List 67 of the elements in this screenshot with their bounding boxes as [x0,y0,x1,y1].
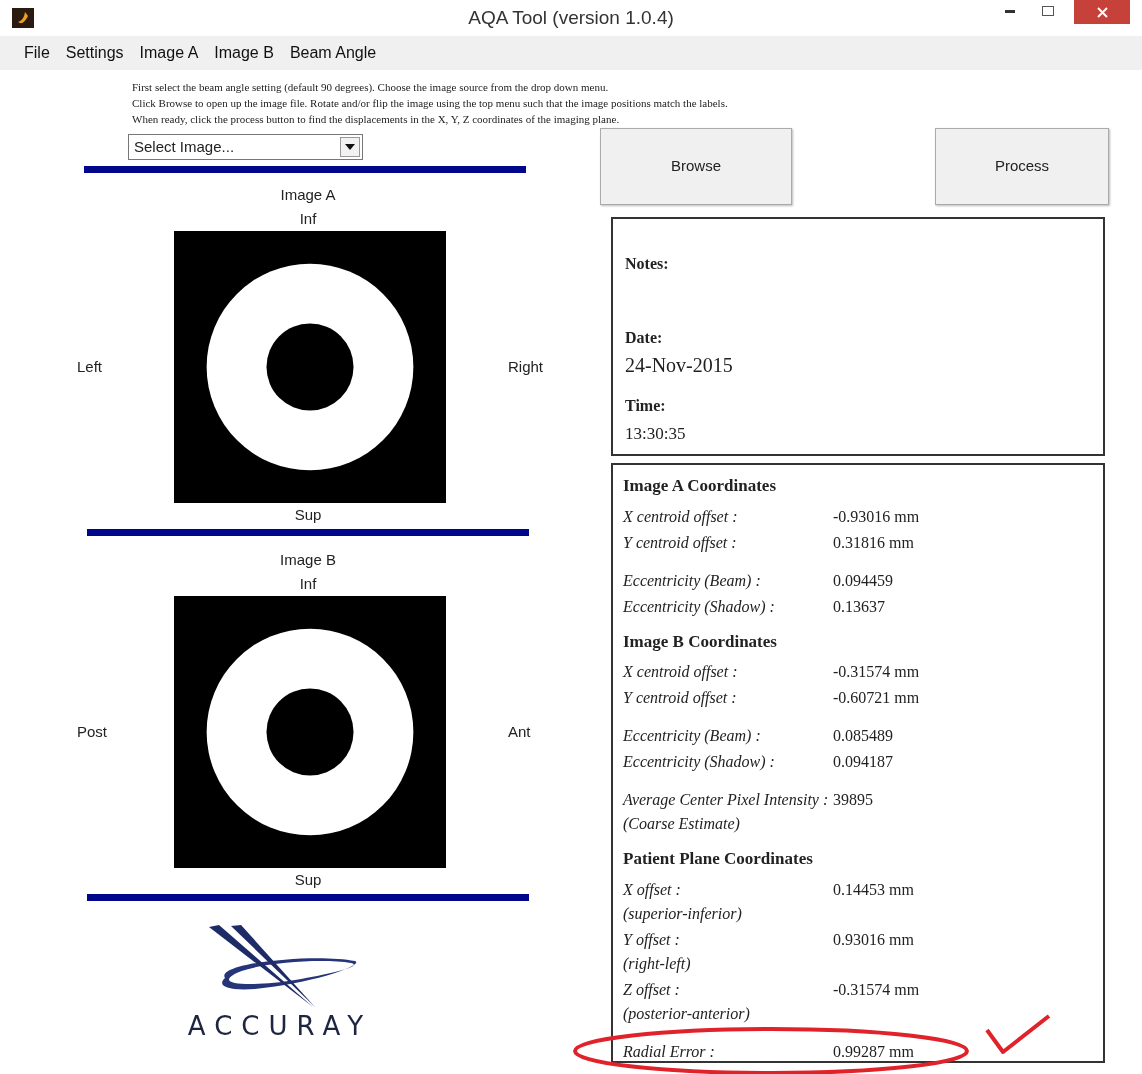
result-label: Y offset : [623,929,681,951]
action-button[interactable]: Browse [600,128,792,205]
section-title: Image B Coordinates [623,630,778,653]
result-label: Y centroid offset : [623,688,738,709]
close-button[interactable] [1074,0,1130,24]
result-sublabel: (superior-inferior) [623,903,743,925]
result-label: X offset : [623,879,682,901]
orientation-label: Sup [294,871,322,888]
result-value: 0.094187 [833,753,893,770]
result-label: Y centroid offset : [623,532,738,554]
time-label: Time: [625,396,667,416]
result-sublabel: (posterior-anterior) [623,1003,751,1025]
logo-text: ACCURAY [187,1011,373,1041]
result-value: 0.085489 [833,727,893,744]
result-value: 0.14453 mm [833,880,914,898]
result-value: 0.99287 mm [833,1042,914,1060]
minimize-icon [1005,9,1015,13]
result-label: Radial Error : [623,1041,716,1062]
dropdown-arrow-icon [345,144,355,150]
result-label: Eccentricity (Shadow) : [623,752,776,773]
result-label: Average Center Pixel Intensity : [623,790,830,811]
instruction-text: Click Browse to open up the image file. Rotate and/or flip the image using the top menu such that the image positions match the labels. [132,96,729,111]
result-label: Eccentricity (Beam) : [623,726,762,747]
result-label: Eccentricity (Shadow) : [623,596,776,618]
menu-item[interactable]: File [16,39,58,67]
maximize-icon [1042,6,1054,16]
date-label: Date: [625,328,664,348]
result-sublabel: (right-left) [623,953,692,975]
result-label: Eccentricity (Beam) : [623,570,762,592]
result-label: X centroid offset : [623,506,739,528]
orientation-label: Inf [299,210,317,227]
result-value: -0.93016 mm [833,507,920,525]
orientation-label: Left [77,357,103,375]
instruction-text: First select the beam angle setting (default 90 degrees). Choose the image source from the drop down menu. [132,80,610,95]
result-value: 39895 [833,791,873,808]
result-value: 0.094459 [833,571,893,589]
section-title: Patient Plane Coordinates [623,848,814,870]
menu-item[interactable]: Beam Angle [281,39,385,67]
time-value: 13:30:35 [625,423,687,445]
result-value: 0.93016 mm [833,930,914,948]
app-icon [12,8,34,28]
result-label: X centroid offset : [623,662,739,683]
result-value: -0.31574 mm [833,663,920,680]
orientation-label: Right [508,357,544,375]
image-title: Image A [280,186,336,203]
orientation-label: Sup [294,506,322,523]
menu-item[interactable]: Image A [131,39,207,67]
orientation-label: Inf [299,575,317,592]
orientation-label: Post [77,722,107,740]
orientation-label: Ant [508,722,531,740]
instruction-text: When ready, click the process button to find the displacements in the X, Y, Z coordinates of the imaging plane. [132,112,621,127]
menu-item[interactable]: Settings [57,39,132,67]
close-icon [1096,6,1108,18]
result-value: -0.60721 mm [833,689,920,706]
image-title: Image B [280,551,336,568]
image-source-dropdown[interactable]: Select Image... [128,134,363,160]
notes-label: Notes: [625,254,670,274]
result-label: Z offset : [623,979,681,1001]
date-value: 24-Nov-2015 [625,353,734,378]
action-button[interactable]: Process [935,128,1109,205]
result-sublabel: (Coarse Estimate) [623,814,741,835]
section-title: Image A Coordinates [623,475,777,497]
result-value: -0.31574 mm [833,980,920,998]
window-title: AQA Tool (version 1.0.4) [468,7,674,28]
result-value: 0.13637 [833,597,885,615]
menu-item[interactable]: Image B [206,39,282,67]
result-value: 0.31816 mm [833,533,914,551]
